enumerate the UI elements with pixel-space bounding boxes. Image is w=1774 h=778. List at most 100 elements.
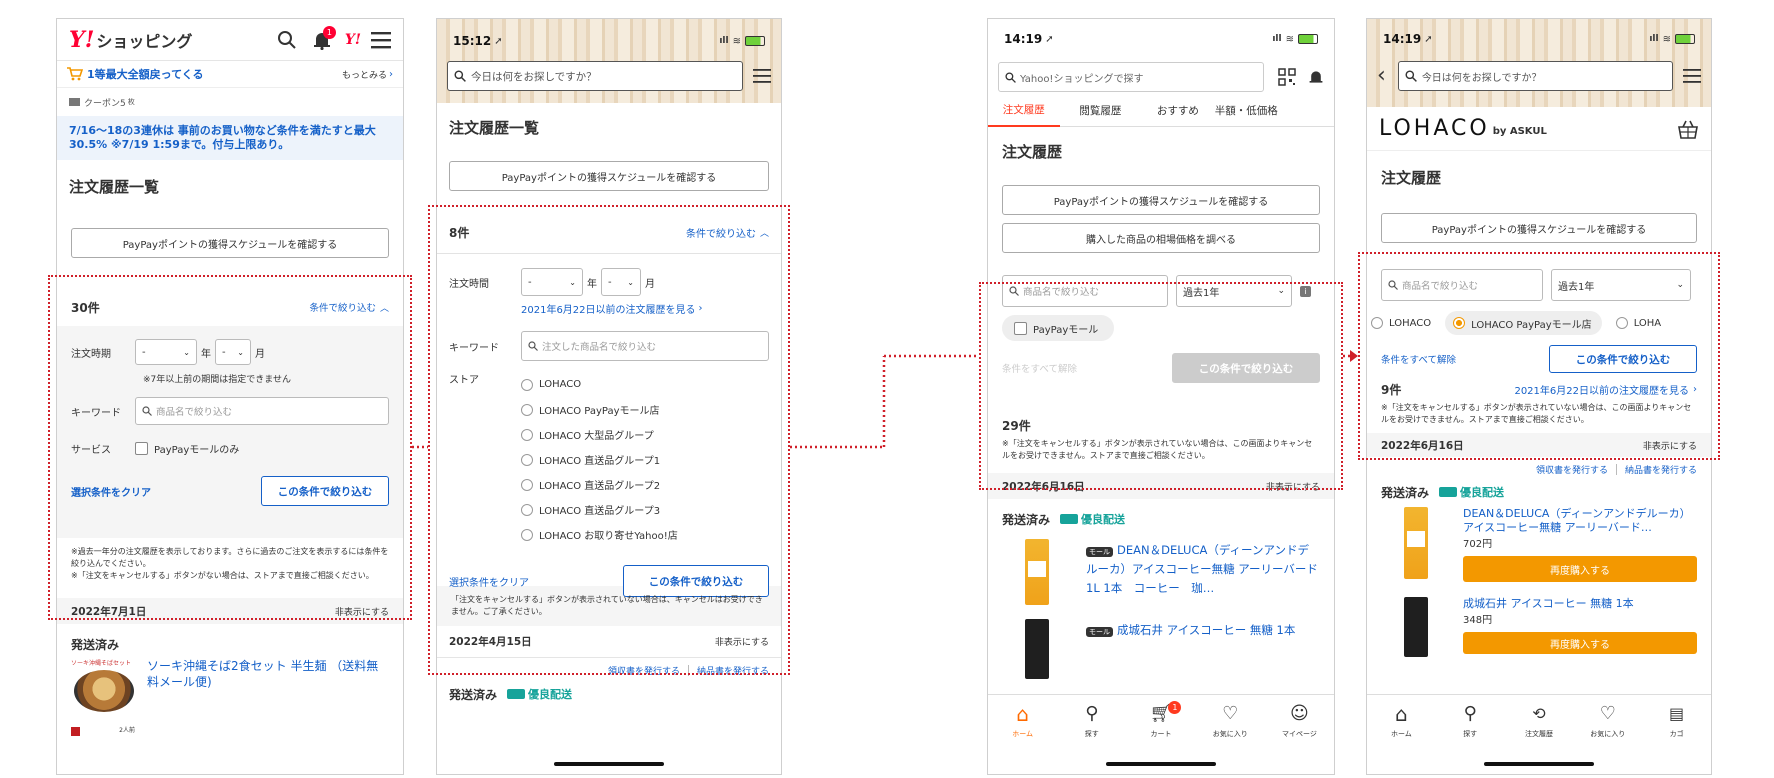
product-title-link[interactable]: DEAN＆DELUCA（ディーンアンドデルーカ）アイスコーヒー無糖 アーリーバー… [1463,507,1697,535]
search-input[interactable]: 今日は何をお探しですか？ [447,61,743,91]
product-price: 348円 [1463,615,1493,626]
heart-icon: ♡ [1222,703,1239,724]
nav-mypage[interactable]: ☺︎ マイページ [1265,703,1334,739]
home-indicator [1106,762,1216,766]
location-icon: ➚ [494,35,503,47]
back-icon[interactable]: ‹ [1377,65,1386,87]
market-price-button[interactable]: 購入した商品の相場価格を調べる [1002,223,1320,253]
menu-icon[interactable] [753,69,771,83]
search-input[interactable]: Yahoo!ショッピングで探す [998,62,1264,92]
signal-icon: ıll [1272,34,1282,44]
highlight-box-3 [979,282,1343,490]
basket-icon: ▤ [1669,704,1685,723]
nav-favorites[interactable]: ♡ お気に入り [1573,703,1642,739]
product-thumbnail[interactable]: ソーキ沖縄そばセット 2人前 [71,658,137,736]
order-item[interactable]: DEAN＆DELUCA（ディーンアンドデルーカ）アイスコーヒー無糖 アーリーバー… [1367,503,1711,593]
order-status: 発送済み [1002,512,1051,527]
nav-cart[interactable]: 🛒︎ 1 カート [1126,701,1195,739]
page-title: 注文履歴一覧 [69,178,160,196]
mall-badge: モール [1086,627,1113,637]
nav-order-history[interactable]: ⟲ 注文履歴 [1505,703,1574,739]
nav-basket[interactable]: ▤ カゴ [1642,703,1711,739]
location-icon: ➚ [1045,33,1054,45]
campaign-more-link[interactable]: もっとみる [342,68,387,81]
menu-icon[interactable] [371,31,391,49]
tab-browsing-history[interactable]: 閲覧履歴 [1060,96,1142,126]
nav-favorites[interactable]: ♡ お気に入り [1196,703,1265,739]
product-price: 702円 [1463,539,1493,550]
chevron-right-icon: › [389,68,393,80]
wifi-icon: ≋ [732,35,741,47]
order-status: 発送済み [1381,485,1430,500]
coupon-unit: 枚 [127,98,135,106]
product-title-link[interactable]: 成城石井 アイスコーヒー 無糖 1本 [1117,623,1295,637]
nav-home[interactable]: ⌂ ホーム [1367,703,1436,739]
product-title-link[interactable]: DEAN＆DELUCA（ディーンアンドデルーカ）アイスコーヒー無糖 アーリーバー… [1086,543,1318,595]
status-time: 14:19 [1004,32,1043,46]
coupon-icon [69,98,80,106]
tab-order-history[interactable]: 注文履歴 [988,95,1060,127]
yahoo-small-logo[interactable]: Y! [345,32,361,48]
notice-text: 7/16〜18の3連休は 事前のお買い物など条件を満たすと最大30.5% ※7/… [69,124,376,151]
nav-search[interactable]: ⚲ 探す [1057,703,1126,739]
nav-search[interactable]: ⚲ 探す [1436,703,1505,739]
thumbnail-label: ソーキ沖縄そばセット [71,660,132,667]
top-bar: 15:12 ➚ ıll ≋ 今日は何をお探しですか？ [437,19,781,103]
search-icon [454,70,466,82]
rebuy-button[interactable]: 再度購入する [1463,556,1697,582]
search-input[interactable]: 今日は何をお探しですか？ [1397,61,1673,91]
product-thumbnail[interactable] [1381,597,1451,657]
bell-icon[interactable] [1308,68,1324,86]
order-status: 発送済み [449,687,498,702]
paypay-schedule-button[interactable]: PayPayポイントの獲得スケジュールを確認する [1002,185,1320,215]
paypay-schedule-button[interactable]: PayPayポイントの獲得スケジュールを確認する [1381,213,1697,243]
product-title-link[interactable]: ソーキ沖縄そば2食セット 半生麺 （送料無料メール便) [147,658,389,690]
lohaco-logo-sub: by ASKUL [1492,126,1547,137]
status-time: 14:19 [1383,32,1422,46]
order-item[interactable]: モール DEAN＆DELUCA（ディーンアンドデルーカ）アイスコーヒー無糖 アーリ… [988,539,1334,615]
coupon-bar[interactable]: クーポン5 枚 [57,88,403,116]
paypay-schedule-button[interactable]: PayPayポイントの獲得スケジュールを確認する [449,161,769,191]
tab-recommended[interactable]: おすすめ [1141,96,1215,126]
signal-icon: ıll [1649,34,1659,44]
home-indicator [554,762,664,766]
order-item[interactable]: 成城石井 アイスコーヒー 無糖 1本 348円 再度購入する [1367,593,1711,661]
rebuy-button[interactable]: 再度購入する [1463,632,1697,654]
highlight-box-1 [48,275,412,620]
basket-icon[interactable] [1677,119,1699,139]
nav-home[interactable]: ⌂ ホーム [988,703,1057,739]
heart-icon: ♡ [1599,703,1616,724]
highlight-box-4 [1358,252,1720,460]
header: Y! ショッピング 1 Y! [57,19,403,61]
receipt-link[interactable]: 領収書を発行する [1536,463,1608,476]
cart-icon [67,67,83,81]
product-thumbnail[interactable] [1002,539,1072,609]
bell-icon[interactable]: 1 [309,25,336,52]
paypay-schedule-button[interactable]: PayPayポイントの獲得スケジュールを確認する [71,228,389,258]
lohaco-logo[interactable]: LOHACO [1379,116,1490,141]
campaign-bar[interactable]: 1等最大全額戻ってくる もっとみる › [57,61,403,88]
mall-badge: モール [1086,547,1113,557]
divider [1615,463,1617,475]
tab-discount[interactable]: 半額・低価格 [1215,96,1334,126]
notice-banner[interactable]: 7/16〜18の3連休は 事前のお買い物など条件を満たすと最大30.5% ※7/… [57,116,403,160]
product-title-link[interactable]: 成城石井 アイスコーヒー 無糖 1本 [1463,597,1697,611]
product-thumbnail[interactable] [1002,619,1072,679]
location-icon: ➚ [1424,33,1433,45]
search-icon[interactable] [275,28,299,52]
order-status: 発送済み [71,638,120,652]
status-time: 15:12 [453,34,492,48]
page-title: 注文履歴 [1002,143,1063,161]
order-item[interactable]: ソーキ沖縄そばセット 2人前 ソーキ沖縄そば2食セット 半生麺 （送料無料メール… [57,658,403,736]
order-item[interactable]: モール 成城石井 アイスコーヒー 無糖 1本 [988,619,1334,679]
shipping-badge: 優良配送 [528,688,573,701]
product-thumbnail[interactable] [1381,507,1451,583]
yahoo-logo[interactable]: Y! [69,27,94,53]
qr-code-icon[interactable] [1278,68,1296,86]
menu-icon[interactable] [1683,69,1701,83]
campaign-text: 1等最大全額戻ってくる [87,68,204,81]
notification-badge: 1 [322,25,336,39]
tab-bar: 注文履歴 閲覧履歴 おすすめ 半額・低価格 [988,95,1334,127]
top-bar: 14:19 ➚ ıll ≋ ‹ 今日は何をお探しですか？ [1367,19,1711,107]
invoice-link[interactable]: 納品書を発行する [1625,463,1697,476]
